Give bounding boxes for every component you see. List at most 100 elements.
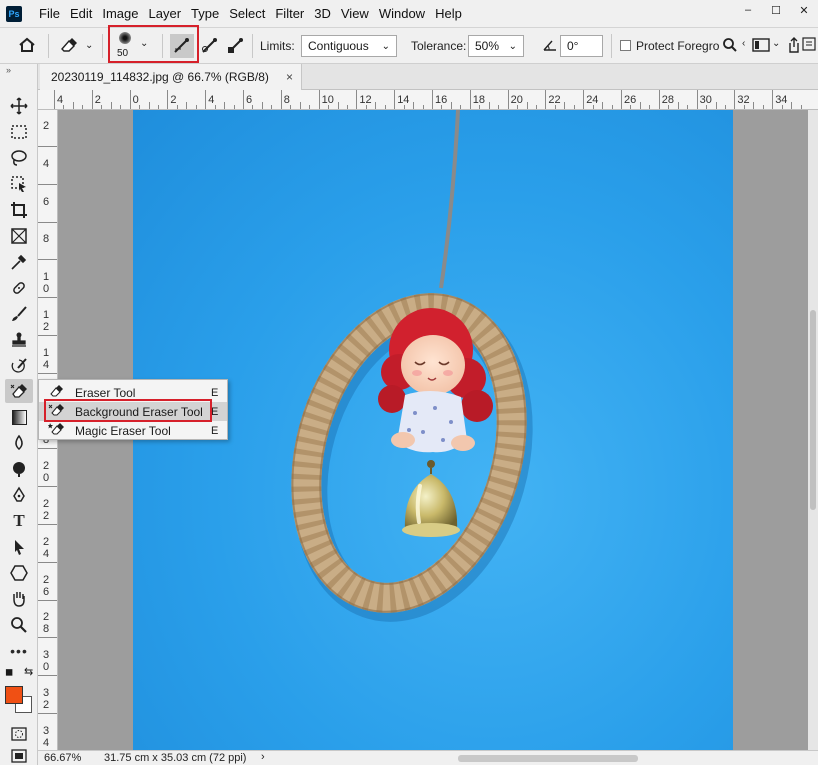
ruler-label: 8 [42, 233, 50, 246]
zoom-level[interactable]: 66.67% [44, 752, 81, 764]
workspace-chevron-down-icon[interactable]: ⌄ [772, 38, 780, 49]
horizontal-ruler: 4 2 0 2 4 6 8 10 12 14 16 18 20 22 24 26 28 30 32 34 [38, 90, 818, 110]
menu-edit[interactable]: Edit [65, 6, 97, 21]
minimize-button[interactable]: – [734, 0, 762, 20]
angle-input[interactable]: 0° [560, 35, 603, 57]
menu-view[interactable]: View [336, 6, 374, 21]
blur-tool-icon[interactable] [5, 431, 33, 455]
ruler-minor-tick [517, 105, 519, 109]
ruler-minor-tick [753, 102, 755, 109]
menu-file[interactable]: File [34, 6, 65, 21]
horizontal-scrollbar-thumb[interactable] [458, 755, 638, 762]
pen-tool-icon[interactable] [5, 483, 33, 507]
shape-tool-icon[interactable] [5, 561, 33, 585]
spot-healing-tool-icon[interactable] [5, 276, 33, 300]
foreground-color-swatch[interactable] [5, 686, 23, 704]
vertical-scrollbar[interactable] [808, 110, 818, 750]
menu-image[interactable]: Image [97, 6, 143, 21]
vertical-scrollbar-thumb[interactable] [810, 310, 816, 510]
hand-tool-icon[interactable] [5, 587, 33, 611]
ruler-minor-tick [800, 105, 802, 109]
swap-colors-icon[interactable]: ⇆ [24, 665, 33, 678]
ruler-label: 34 [42, 724, 50, 749]
ruler-major-tick [38, 599, 57, 601]
menu-layer[interactable]: Layer [144, 6, 187, 21]
home-icon[interactable] [18, 37, 36, 53]
eraser-tool-group-icon[interactable] [5, 379, 33, 403]
quick-mask-icon[interactable] [5, 722, 33, 746]
ruler-minor-tick [176, 105, 178, 109]
menu-type[interactable]: Type [186, 6, 224, 21]
ruler-minor-tick [441, 105, 443, 109]
zoom-tool-icon[interactable] [5, 613, 33, 637]
maximize-button[interactable]: ☐ [762, 0, 790, 20]
clone-stamp-tool-icon[interactable] [5, 328, 33, 352]
default-colors-icon[interactable]: ◼ [5, 667, 13, 678]
document-tab[interactable]: 20230119_114832.jpg @ 66.7% (RGB/8) × [40, 64, 302, 90]
sampling-once-icon[interactable] [200, 38, 218, 54]
brush-preview-icon[interactable] [115, 31, 135, 45]
tolerance-value: 50% [475, 39, 500, 53]
eyedropper-tool-icon[interactable] [5, 250, 33, 274]
workspace-icon[interactable] [752, 38, 770, 52]
menu-select[interactable]: Select [224, 6, 270, 21]
ruler-minor-tick [611, 105, 613, 109]
brush-tool-icon[interactable] [5, 302, 33, 326]
ruler-minor-tick [781, 105, 783, 109]
close-button[interactable]: ✕ [790, 0, 818, 20]
search-icon[interactable] [722, 37, 738, 53]
learn-icon[interactable] [802, 36, 818, 52]
window-controls: – ☐ ✕ [734, 0, 818, 20]
sampling-continuous-icon[interactable] [170, 34, 194, 58]
ruler-major-tick [621, 90, 622, 109]
ruler-minor-tick [309, 105, 311, 109]
tool-preset-eraser-icon[interactable] [58, 36, 80, 54]
menu-help[interactable]: Help [430, 6, 467, 21]
status-chevron-right-icon[interactable]: › [261, 751, 265, 763]
move-tool-icon[interactable] [5, 94, 33, 118]
ruler-label: 2 [42, 120, 50, 132]
dodge-tool-icon[interactable] [5, 457, 33, 481]
ruler-major-tick [38, 183, 57, 185]
limits-select[interactable]: Contiguous ⌄ [301, 35, 397, 57]
search-options-icon[interactable]: ‹ [742, 38, 745, 49]
menu-window[interactable]: Window [374, 6, 430, 21]
tool-preset-chevron-down-icon[interactable]: ⌄ [85, 40, 93, 51]
ruler-major-tick [38, 637, 57, 639]
crop-tool-icon[interactable] [5, 198, 33, 222]
ruler-minor-tick [63, 105, 65, 109]
more-tools-icon[interactable]: ••• [5, 639, 33, 663]
flyout-shortcut: E [211, 405, 219, 418]
gradient-tool-icon[interactable] [5, 405, 33, 429]
tolerance-chevron-down-icon: ⌄ [508, 40, 517, 52]
path-selection-tool-icon[interactable] [5, 535, 33, 559]
flyout-item-magic-eraser-tool[interactable]: Magic Eraser Tool E [39, 421, 227, 440]
ruler-minor-tick [479, 105, 481, 109]
ruler-minor-tick [573, 105, 575, 109]
screen-mode-icon[interactable] [5, 744, 33, 765]
ruler-minor-tick [157, 105, 159, 109]
menu-3d[interactable]: 3D [309, 6, 336, 21]
tab-close-icon[interactable]: × [286, 70, 293, 84]
sampling-background-swatch-icon[interactable] [226, 38, 244, 54]
protect-foreground-checkbox[interactable] [620, 40, 631, 51]
ruler-label: 6 [42, 195, 50, 208]
menu-filter[interactable]: Filter [270, 6, 309, 21]
brush-chevron-down-icon[interactable]: ⌄ [140, 38, 148, 49]
lasso-tool-icon[interactable] [5, 146, 33, 170]
marquee-tool-icon[interactable] [5, 120, 33, 144]
tolerance-input[interactable]: 50% ⌄ [468, 35, 524, 57]
ruler-major-tick [129, 90, 131, 109]
ruler-major-tick [38, 675, 57, 677]
frame-tool-icon[interactable] [5, 224, 33, 248]
ruler-major-tick [583, 90, 585, 109]
type-tool-icon[interactable]: T [5, 509, 33, 533]
object-selection-tool-icon[interactable] [5, 172, 33, 196]
panel-collapse-icon[interactable]: » [6, 65, 11, 75]
protect-foreground-label: Protect Foregro [636, 39, 720, 53]
share-icon[interactable] [787, 36, 801, 54]
ruler-minor-tick [535, 105, 537, 109]
limits-label: Limits: [260, 39, 295, 53]
history-brush-tool-icon[interactable] [5, 354, 33, 378]
ruler-label: 12 [42, 309, 50, 333]
